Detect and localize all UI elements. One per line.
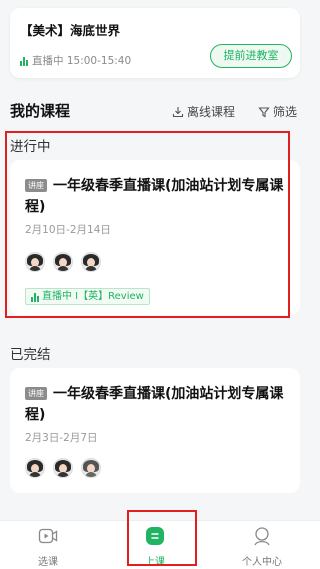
my-courses-title: 我的课程	[10, 102, 71, 120]
teacher-avatars	[25, 252, 101, 272]
tab-personal-center[interactable]: 个人中心	[222, 521, 302, 569]
download-icon	[172, 106, 184, 117]
live-class-card[interactable]: 【美术】海底世界 直播中 15:00-15:40 提前进教室	[10, 8, 300, 78]
avatar	[25, 252, 45, 272]
tab-course-selection[interactable]: 选课	[8, 521, 88, 569]
tab-label: 个人中心	[242, 557, 282, 568]
video-icon	[38, 528, 58, 544]
avatar	[81, 252, 101, 272]
course-tag: 讲座	[25, 387, 47, 400]
course-date: 2月3日-2月7日	[25, 432, 98, 444]
live-status-tag-text: 直播中 I【英】Review	[42, 291, 144, 302]
live-status-tag[interactable]: 直播中 I【英】Review	[25, 288, 150, 305]
tab-label: 选课	[38, 557, 58, 568]
course-title: 一年级春季直播课(加油站计划专属课程)	[25, 178, 284, 215]
course-card-completed[interactable]: 讲座 一年级春季直播课(加油站计划专属课程) 2月3日-2月7日	[10, 368, 300, 493]
completed-label: 已完结	[10, 347, 51, 363]
live-class-status-text: 直播中 15:00-15:40	[32, 55, 132, 67]
avatar	[81, 458, 101, 478]
avatar	[53, 458, 73, 478]
live-bars-icon	[20, 56, 28, 66]
course-title-row: 讲座 一年级春季直播课(加油站计划专属课程)	[25, 384, 290, 426]
tab-label: 上课	[145, 557, 165, 568]
enter-classroom-early-button[interactable]: 提前进教室	[210, 44, 292, 68]
course-date: 2月10日-2月14日	[25, 224, 111, 236]
class-icon	[146, 527, 164, 545]
bottom-tab-bar: 选课 上课 个人中心	[0, 520, 320, 569]
avatar	[53, 252, 73, 272]
live-bars-icon	[31, 292, 39, 302]
course-tag: 讲座	[25, 179, 47, 192]
live-class-title: 【美术】海底世界	[20, 23, 121, 38]
course-title: 一年级春季直播课(加油站计划专属课程)	[25, 386, 284, 423]
filter-button[interactable]: 筛选	[258, 103, 297, 120]
teacher-avatars	[25, 458, 101, 478]
offline-courses-button[interactable]: 离线课程	[172, 103, 235, 120]
course-card-in-progress[interactable]: 讲座 一年级春季直播课(加油站计划专属课程) 2月10日-2月14日 直播中 I【…	[10, 160, 300, 315]
filter-label: 筛选	[273, 105, 298, 119]
tab-class[interactable]: 上课	[115, 521, 195, 569]
offline-courses-label: 离线课程	[187, 105, 236, 119]
course-title-row: 讲座 一年级春季直播课(加油站计划专属课程)	[25, 176, 290, 218]
filter-icon	[258, 106, 270, 117]
live-class-status: 直播中 15:00-15:40	[20, 53, 131, 68]
in-progress-label: 进行中	[10, 139, 51, 155]
person-icon	[254, 527, 270, 546]
avatar	[25, 458, 45, 478]
